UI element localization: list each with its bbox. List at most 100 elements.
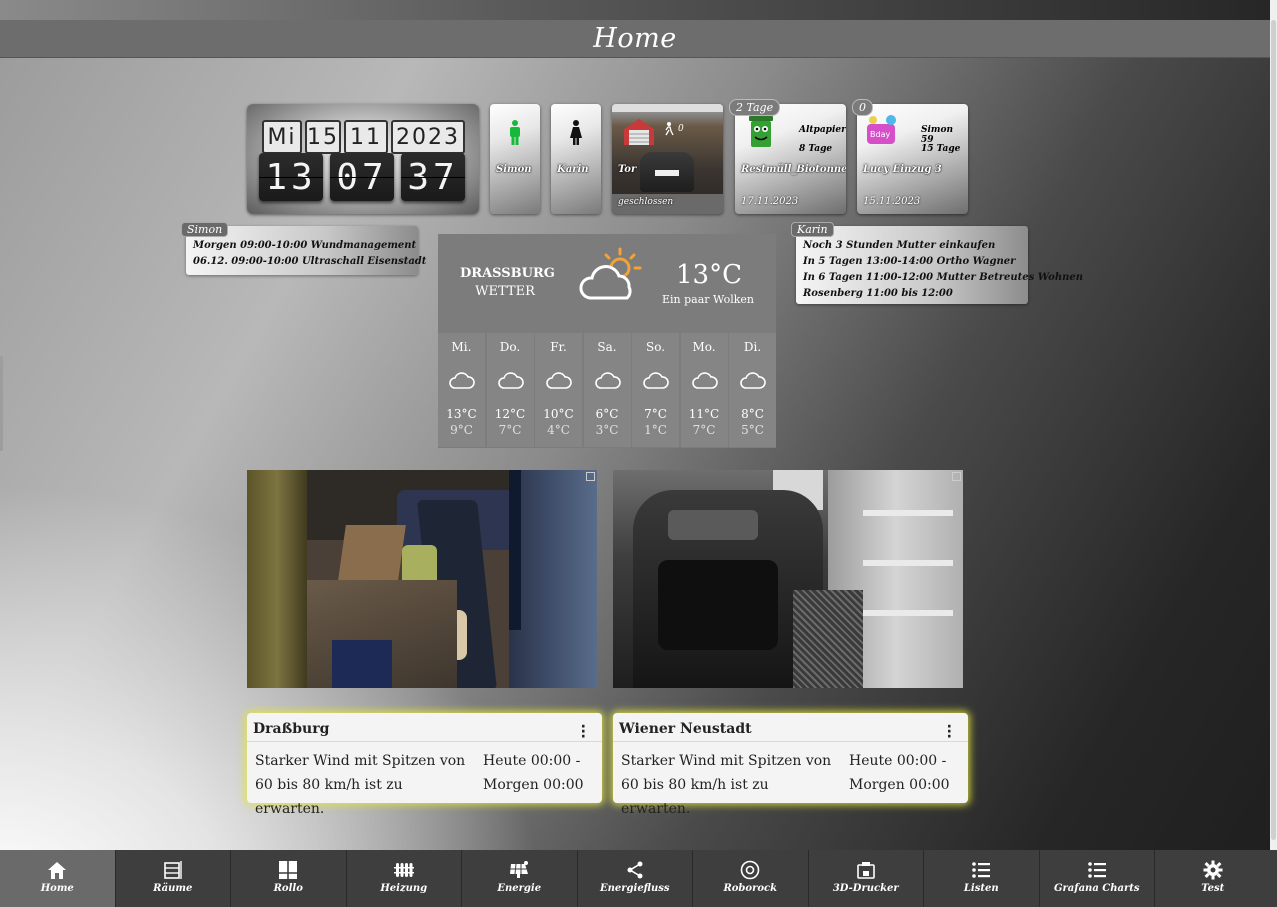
clock-day: 15	[305, 120, 341, 154]
weather-warning-card[interactable]: Draßburg · · · Starker Wind mit Spitzen vo…	[247, 713, 602, 817]
forecast-high: 13°C	[446, 407, 477, 421]
expand-icon[interactable]	[586, 472, 595, 481]
waste-label: Restmüll_Biotonne	[741, 164, 846, 175]
printer-3d-icon	[856, 862, 875, 879]
warning-place: Wiener Neustadt	[619, 721, 752, 737]
bottom-nav: Home Räume Rollo Heizung Energie Energie…	[0, 850, 1277, 907]
forecast-day-name: So.	[645, 340, 666, 354]
robot-vacuum-icon	[740, 860, 760, 880]
forecast-low: 4°C	[547, 423, 570, 437]
forecast-day: Fr. 10°C 4°C	[535, 333, 582, 447]
calendar-karin-line: Noch 3 Stunden Mutter einkaufen	[803, 240, 996, 251]
blinds-icon	[279, 861, 298, 879]
nav-label: Energiefluss	[600, 883, 670, 894]
cloud-icon	[449, 372, 475, 389]
share-icon	[627, 861, 643, 879]
clock-hour: 13	[259, 153, 323, 201]
page-title: Home	[593, 23, 677, 54]
person-female-icon	[570, 120, 582, 145]
nav-heizung[interactable]: Heizung	[347, 850, 462, 907]
camera-garage[interactable]	[613, 470, 963, 688]
clock-weekday: Mi	[262, 120, 302, 154]
nav-label: Roborock	[723, 883, 778, 894]
garage-door-icon	[624, 119, 654, 145]
person-name-simon: Simon	[496, 164, 532, 175]
calendar-karin-line: Rosenberg 11:00 bis 12:00	[803, 288, 953, 299]
nav-label: Test	[1201, 883, 1225, 894]
weather-subtitle: WETTER	[475, 284, 535, 299]
warning-place: Draßburg	[253, 721, 330, 737]
forecast-high: 8°C	[741, 407, 764, 421]
list-icon	[972, 862, 991, 878]
nav-home[interactable]: Home	[0, 850, 116, 907]
scrollbar[interactable]	[1270, 0, 1277, 850]
person-tile-karin[interactable]: Karin	[551, 104, 601, 214]
forecast-day-name: Di.	[743, 340, 762, 354]
forecast-day: Di. 8°C 5°C	[729, 333, 776, 447]
calendar-simon-line: Morgen 09:00-10:00 Wundmanagement	[193, 240, 417, 251]
nav-label: Listen	[963, 883, 999, 894]
solar-panel-icon	[510, 861, 529, 878]
event-days-badge: 0	[852, 99, 873, 116]
expand-icon[interactable]	[952, 472, 961, 481]
nav-grafana-charts[interactable]: Grafana Charts	[1040, 850, 1155, 907]
more-vert-icon[interactable]: · · ·	[947, 720, 952, 744]
garage-motion-count: 0	[678, 124, 684, 134]
forecast-low: 5°C	[741, 423, 764, 437]
side-drawer-handle[interactable]	[0, 356, 3, 451]
garage-tile[interactable]: 0 Tor geschlossen	[612, 104, 723, 214]
rooms-icon	[163, 861, 182, 879]
nav-rollo[interactable]: Rollo	[231, 850, 347, 907]
trash-bin-icon	[749, 116, 773, 147]
nav-test[interactable]: Test	[1155, 850, 1271, 907]
event-tile-lucy[interactable]: Bday Simon 59 15 Tage Lucy Einzug 3 15.1…	[857, 104, 968, 214]
calendar-karin: Noch 3 Stunden Mutter einkaufen In 5 Tag…	[796, 226, 1083, 304]
forecast-day: Sa. 6°C 3°C	[583, 333, 631, 447]
forecast-day-name: Mi.	[451, 340, 472, 354]
calendar-simon-line: 06.12. 09:00-10:00 Ultraschall Eisenstad…	[193, 256, 427, 267]
forecast-high: 6°C	[595, 407, 619, 421]
nav-label: 3D-Drucker	[832, 883, 899, 894]
garage-status: geschlossen	[618, 197, 674, 207]
nav-label: Home	[40, 883, 74, 894]
weather-warning-card[interactable]: Wiener Neustadt · · · Starker Wind mit Spi…	[613, 713, 968, 817]
waste-side-title: Altpapier	[799, 125, 846, 135]
clock-month: 11	[344, 120, 388, 154]
waste-side-days: 8 Tage	[799, 144, 833, 154]
nav-label: Räume	[153, 883, 193, 894]
warning-text: Starker Wind mit Spitzen von 60 bis 80 k…	[255, 753, 466, 817]
calendar-karin-line: In 6 Tagen 11:00-12:00 Mutter Betreutes …	[803, 272, 1083, 283]
nav-roborock[interactable]: Roborock	[693, 850, 809, 907]
forecast-high: 12°C	[494, 407, 526, 421]
nav-raeume[interactable]: Räume	[116, 850, 231, 907]
scrollbar-thumb[interactable]	[1271, 20, 1276, 840]
nav-energiefluss[interactable]: Energiefluss	[578, 850, 693, 907]
nav-3d-drucker[interactable]: 3D-Drucker	[809, 850, 924, 907]
list-icon	[1087, 862, 1106, 878]
forecast-day: Mi. 13°C 9°C	[438, 333, 485, 447]
forecast-high: 10°C	[543, 407, 574, 421]
person-tile-simon[interactable]: Simon	[490, 104, 540, 214]
cloud-icon	[691, 372, 718, 389]
birthday-balloons-icon: Bday	[867, 115, 896, 144]
nav-label: Rollo	[273, 883, 303, 894]
warning-text: Starker Wind mit Spitzen von 60 bis 80 k…	[621, 753, 832, 817]
more-vert-icon[interactable]: · · ·	[581, 720, 586, 744]
top-strip	[0, 0, 1277, 20]
forecast-day: Do. 12°C 7°C	[486, 333, 534, 447]
nav-listen[interactable]: Listen	[924, 850, 1040, 907]
home-icon	[48, 862, 67, 879]
weather-widget[interactable]: DRASSBURG WETTER 13°C Ein paar Wolken Mi…	[438, 234, 776, 448]
waste-tile-restmuell[interactable]: Altpapier 8 Tage Restmüll_Biotonne 17.11…	[735, 104, 846, 214]
walking-person-icon	[665, 122, 674, 136]
camera-living-room[interactable]	[247, 470, 597, 688]
forecast-day-name: Fr.	[550, 340, 567, 354]
forecast-day-name: Sa.	[597, 340, 617, 354]
calendar-karin-line: In 5 Tagen 13:00-14:00 Ortho Wagner	[803, 256, 1016, 267]
clock-minute: 07	[330, 153, 394, 201]
nav-energie[interactable]: Energie	[462, 850, 578, 907]
forecast-low: 7°C	[498, 423, 522, 437]
forecast-low: 9°C	[450, 423, 473, 437]
calendar-karin-tag: Karin	[791, 222, 834, 237]
forecast-low: 7°C	[692, 423, 716, 437]
